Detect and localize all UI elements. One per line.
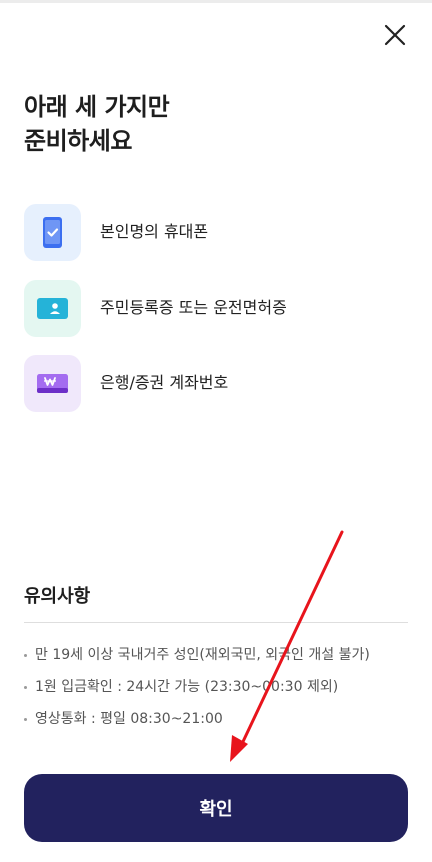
bullet-dot [24,686,27,689]
requirement-icon-box [24,280,81,337]
notice-item: 1원 입금확인 : 24시간 가능 (23:30~00:30 제외) [24,677,370,709]
top-divider [0,0,432,3]
notice-item-text: 1원 입금확인 : 24시간 가능 (23:30~00:30 제외) [35,679,339,695]
close-button[interactable] [380,20,410,50]
notice-list: 만 19세 이상 국내거주 성인(재외국민, 외국인 개설 불가) 1원 입금확… [24,645,370,741]
requirement-icon-box [24,355,81,412]
requirement-label-id-card: 주민등록증 또는 운전면허증 [100,298,287,317]
notice-item-text: 영상통화 : 평일 08:30~21:00 [35,711,223,727]
requirement-item-id-card: 주민등록증 또는 운전면허증 [24,280,404,338]
requirement-item-bank-account: 은행/증권 계좌번호 [24,355,404,413]
notice-title: 유의사항 [24,586,91,607]
bank-card-icon [37,374,68,393]
page-title-line-2: 준비하세요 [24,127,132,155]
notice-item: 만 19세 이상 국내거주 성인(재외국민, 외국인 개설 불가) [24,645,370,677]
close-icon [384,24,406,46]
page-title: 아래 세 가지만 준비하세요 [24,90,170,158]
bullet-dot [24,718,27,721]
id-card-icon [37,298,68,319]
notice-divider [24,622,408,623]
confirm-button[interactable]: 확인 [24,774,408,842]
page-title-line-1: 아래 세 가지만 [24,93,170,121]
notice-item: 영상통화 : 평일 08:30~21:00 [24,709,370,741]
account-opening-guide-page: 아래 세 가지만 준비하세요 본인명의 휴대폰 주민등록증 또는 운전면허증 은… [0,0,432,862]
requirement-label-phone: 본인명의 휴대폰 [100,222,209,241]
requirement-item-phone: 본인명의 휴대폰 [24,204,404,262]
requirement-icon-box [24,204,81,261]
requirement-label-bank-account: 은행/증권 계좌번호 [100,373,229,392]
notice-item-text: 만 19세 이상 국내거주 성인(재외국민, 외국인 개설 불가) [35,647,370,663]
bullet-dot [24,654,27,657]
smartphone-icon [43,217,62,248]
